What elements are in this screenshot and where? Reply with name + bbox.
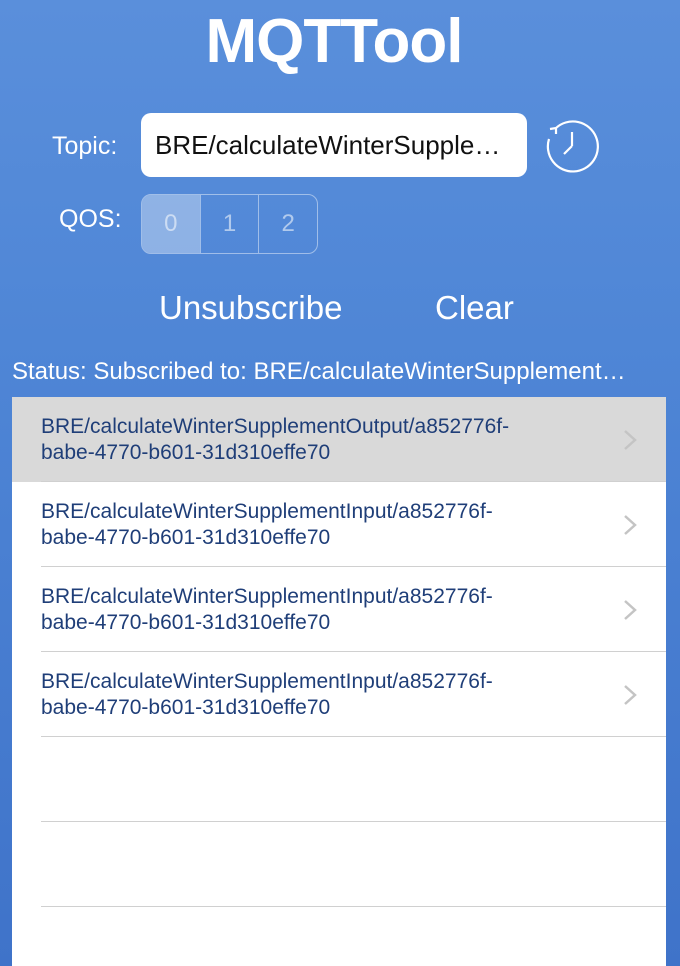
message-row[interactable]: BRE/calculateWinterSupplementInput/a8527… xyxy=(12,482,666,567)
message-topic: BRE/calculateWinterSupplementOutput/a852… xyxy=(41,415,510,464)
qos-option-1[interactable]: 1 xyxy=(199,195,259,253)
message-topic: BRE/calculateWinterSupplementInput/a8527… xyxy=(41,670,493,719)
empty-row xyxy=(12,822,666,907)
message-topic: BRE/calculateWinterSupplementInput/a8527… xyxy=(41,500,493,549)
qos-segmented-control[interactable]: 0 1 2 xyxy=(141,194,318,254)
clear-button[interactable]: Clear xyxy=(435,288,514,328)
qos-option-0[interactable]: 0 xyxy=(142,195,200,253)
message-row[interactable]: BRE/calculateWinterSupplementInput/a8527… xyxy=(12,652,666,737)
message-list[interactable]: BRE/calculateWinterSupplementOutput/a852… xyxy=(12,397,666,966)
empty-row xyxy=(12,737,666,822)
qos-option-2[interactable]: 2 xyxy=(258,195,317,253)
chevron-right-icon xyxy=(624,515,637,535)
chevron-right-icon xyxy=(624,430,637,450)
message-topic: BRE/calculateWinterSupplementInput/a8527… xyxy=(41,585,493,634)
message-row[interactable]: BRE/calculateWinterSupplementInput/a8527… xyxy=(12,567,666,652)
unsubscribe-button[interactable]: Unsubscribe xyxy=(159,288,342,328)
history-clock-icon xyxy=(546,120,599,173)
app-title: MQTTool xyxy=(205,7,464,76)
qos-label: QOS: xyxy=(59,205,122,233)
status-text: Status: Subscribed to: BRE/calculateWint… xyxy=(12,358,626,385)
topic-label: Topic: xyxy=(52,132,118,160)
message-row[interactable]: BRE/calculateWinterSupplementOutput/a852… xyxy=(12,397,666,482)
history-button[interactable] xyxy=(543,117,601,175)
chevron-right-icon xyxy=(624,600,637,620)
chevron-right-icon xyxy=(624,685,637,705)
topic-input[interactable]: BRE/calculateWinterSupple… xyxy=(141,113,527,177)
